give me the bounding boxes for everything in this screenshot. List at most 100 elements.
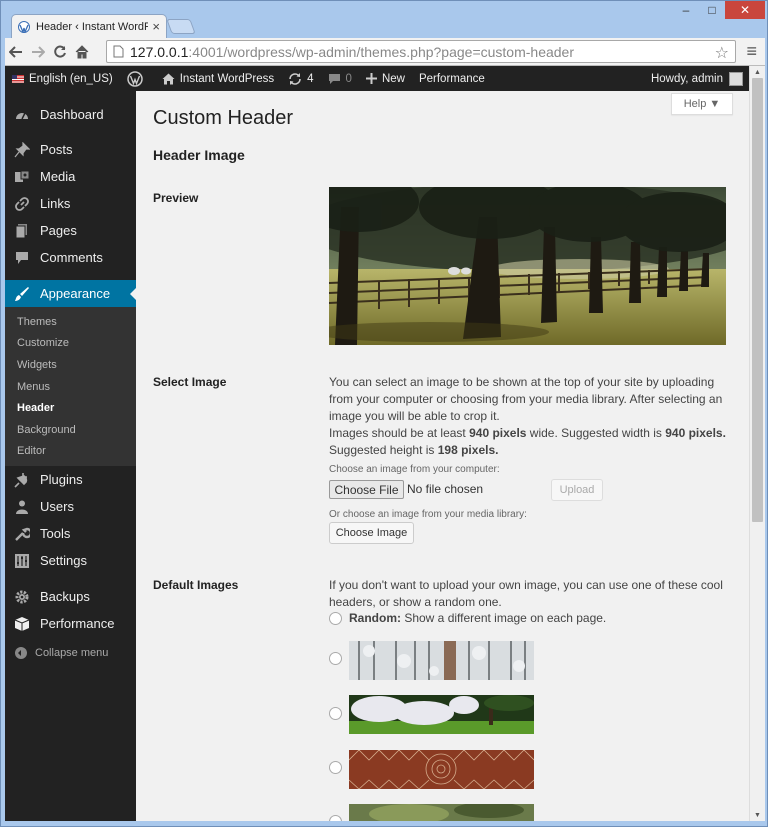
browser-tab[interactable]: Header ‹ Instant WordPres ×: [11, 14, 167, 38]
default-image-radio-3[interactable]: [329, 761, 342, 774]
size-text-e: Suggested height is: [329, 443, 438, 457]
performance-menu[interactable]: Performance: [412, 66, 492, 91]
sidebar-item-settings[interactable]: Settings: [5, 547, 136, 574]
sidebar-item-users[interactable]: Users: [5, 493, 136, 520]
scroll-down-arrow-icon[interactable]: ▼: [750, 809, 765, 821]
default-image-radio-1[interactable]: [329, 652, 342, 665]
language-label: English (en_US): [29, 72, 113, 85]
url-host: 127.0.0.1: [130, 43, 189, 60]
header-preview-image: [329, 187, 726, 345]
pattern-thumbnail[interactable]: [349, 750, 534, 789]
random-radio[interactable]: [329, 612, 342, 625]
bookmark-star-icon[interactable]: ☆: [715, 43, 729, 63]
comment-icon: [16, 251, 28, 264]
fourth-thumbnail[interactable]: [349, 804, 534, 821]
account-menu[interactable]: Howdy, admin: [644, 66, 749, 91]
reload-icon: [54, 45, 66, 57]
sidebar-item-appearance[interactable]: Appearance: [5, 280, 136, 307]
home-icon: [162, 73, 175, 84]
back-button[interactable]: [5, 41, 27, 63]
home-button[interactable]: [71, 41, 93, 63]
sidebar-item-backups[interactable]: Backups: [5, 583, 136, 610]
maximize-button[interactable]: □: [699, 1, 725, 19]
new-content-menu[interactable]: New: [359, 66, 412, 91]
wp-logo-menu[interactable]: [120, 66, 155, 91]
users-icon: [16, 500, 28, 514]
sidebar-item-comments[interactable]: Comments: [5, 244, 136, 271]
choose-file-button[interactable]: Choose File: [329, 480, 404, 499]
random-option-label: Random: Show a different image on each p…: [349, 611, 606, 625]
sidebar-item-label: Settings: [40, 553, 87, 569]
sidebar-item-pages[interactable]: Pages: [5, 217, 136, 244]
blossom-thumbnail[interactable]: [349, 695, 534, 734]
minimize-button[interactable]: –: [673, 1, 699, 19]
updates-icon: [289, 72, 301, 85]
image-size-requirements: Images should be at least 940 pixels wid…: [329, 425, 729, 459]
scrollbar-thumb[interactable]: [752, 78, 763, 522]
us-flag-icon: [12, 74, 24, 83]
sidebar-item-label: Backups: [40, 589, 90, 605]
select-image-description: You can select an image to be shown at t…: [329, 374, 729, 459]
forward-arrow-icon: [32, 45, 45, 58]
page-title: Custom Header: [153, 107, 294, 129]
updates-menu[interactable]: 4: [281, 66, 320, 91]
select-image-paragraph: You can select an image to be shown at t…: [329, 375, 723, 423]
upload-button[interactable]: Upload: [551, 479, 603, 501]
url-text: 127.0.0.1:4001/wordpress/wp-admin/themes…: [130, 44, 574, 60]
scroll-up-arrow-icon[interactable]: ▲: [750, 66, 765, 78]
sidebar-item-label: Tools: [40, 526, 71, 542]
browser-window: Header ‹ Instant WordPres × – □ ✕ 127.0.…: [0, 0, 768, 827]
default-images-label: Default Images: [153, 578, 239, 592]
appearance-submenu: Themes Customize Widgets Menus Header Ba…: [5, 307, 136, 467]
wordpress-favicon-icon: [18, 20, 30, 33]
choose-image-button[interactable]: Choose Image: [329, 522, 414, 544]
sidebar-item-dashboard[interactable]: Dashboard: [5, 101, 136, 128]
page-scrollbar[interactable]: ▲ ▼: [749, 66, 765, 821]
default-image-radio-2[interactable]: [329, 707, 342, 720]
submenu-item-editor[interactable]: Editor: [5, 441, 136, 463]
browser-menu-icon[interactable]: ≡: [746, 41, 757, 62]
submenu-item-background[interactable]: Background: [5, 419, 136, 441]
brush-icon: [15, 286, 29, 301]
sidebar-item-posts[interactable]: Posts: [5, 136, 136, 163]
cube-icon: [14, 616, 30, 631]
random-bold: Random:: [349, 611, 401, 625]
sidebar-item-links[interactable]: Links: [5, 190, 136, 217]
sidebar-item-label: Appearance: [40, 286, 111, 301]
sidebar-item-tools[interactable]: Tools: [5, 520, 136, 547]
collapse-menu-button[interactable]: Collapse menu: [5, 639, 136, 666]
tab-title: Header ‹ Instant WordPres: [36, 20, 149, 33]
sidebar-item-performance[interactable]: Performance: [5, 610, 136, 637]
sidebar-item-plugins[interactable]: Plugins: [5, 466, 136, 493]
close-window-button[interactable]: ✕: [725, 1, 765, 19]
submenu-item-widgets[interactable]: Widgets: [5, 354, 136, 376]
language-switcher[interactable]: English (en_US): [5, 66, 120, 91]
section-title: Header Image: [153, 147, 245, 163]
size-min-width: 940 pixels: [469, 426, 527, 440]
tab-close-icon[interactable]: ×: [152, 20, 160, 33]
plus-icon: [365, 73, 377, 84]
address-bar[interactable]: 127.0.0.1:4001/wordpress/wp-admin/themes…: [106, 40, 736, 63]
new-tab-button[interactable]: [166, 19, 196, 34]
forward-button[interactable]: [27, 41, 49, 63]
default-images-description: If you don't want to upload your own ima…: [329, 578, 723, 609]
reload-button[interactable]: [49, 41, 71, 63]
submenu-item-menus[interactable]: Menus: [5, 376, 136, 398]
site-name: Instant WordPress: [179, 72, 275, 85]
winter-forest-thumbnail[interactable]: [349, 641, 534, 680]
submenu-item-header[interactable]: Header: [5, 397, 136, 419]
submenu-item-themes[interactable]: Themes: [5, 311, 136, 333]
comments-count: 0: [345, 72, 352, 85]
help-tab-button[interactable]: Help ▼: [671, 93, 733, 115]
url-path: :4001/wordpress/wp-admin/themes.php?page…: [188, 43, 575, 60]
site-name-menu[interactable]: Instant WordPress: [155, 66, 281, 91]
collapse-arrow-icon: [15, 646, 27, 659]
comments-menu[interactable]: 0: [321, 66, 359, 91]
no-file-chosen-text: No file chosen: [407, 482, 484, 496]
plugin-icon: [14, 472, 28, 488]
default-image-radio-4[interactable]: [329, 815, 342, 821]
dashboard-icon: [16, 112, 28, 119]
admin-sidebar: Dashboard Posts Media Links Pages Commen…: [5, 91, 136, 821]
sidebar-item-media[interactable]: Media: [5, 163, 136, 190]
submenu-item-customize[interactable]: Customize: [5, 333, 136, 355]
